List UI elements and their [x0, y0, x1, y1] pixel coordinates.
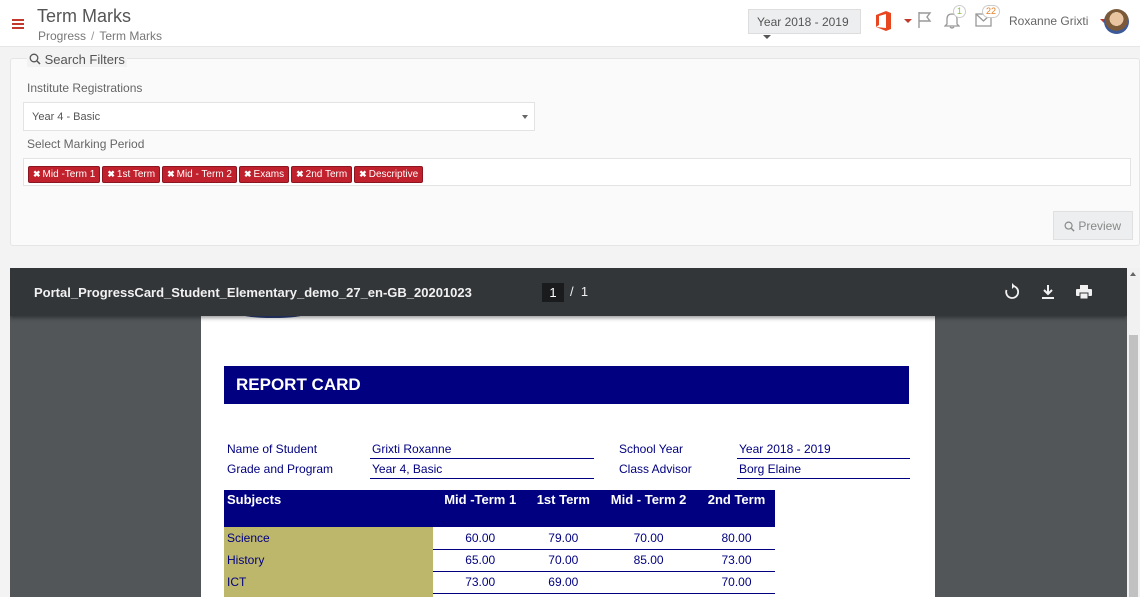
page-scrollbar[interactable] — [1127, 268, 1140, 597]
scroll-up-icon[interactable] — [1130, 272, 1136, 276]
dropdown-arrow-icon — [522, 115, 528, 119]
mark-cell: 73.00 — [433, 571, 528, 594]
mark-cell: 79.00 — [527, 527, 600, 550]
flag-icon[interactable] — [917, 11, 933, 29]
total-pages: 1 — [580, 284, 589, 299]
chevron-down-icon — [763, 34, 771, 39]
pdf-toolbar: Portal_ProgressCard_Student_Elementary_d… — [10, 268, 1127, 316]
user-name[interactable]: Roxanne Grixti — [1009, 14, 1088, 28]
column-header: 2nd Term — [698, 490, 775, 527]
column-header: Subjects — [224, 490, 433, 527]
breadcrumb-progress[interactable]: Progress — [38, 29, 86, 43]
mark-cell — [599, 571, 698, 594]
scrollbar-thumb[interactable] — [1129, 335, 1138, 597]
mark-cell — [527, 593, 600, 597]
remove-tag-icon[interactable]: ✖ — [107, 169, 115, 179]
print-icon[interactable] — [1074, 282, 1094, 302]
column-header: Mid - Term 2 — [599, 490, 698, 527]
table-row: Science 60.00 79.00 70.00 80.00 — [224, 527, 775, 550]
hamburger-menu-icon[interactable] — [12, 19, 24, 29]
page-title: Term Marks — [37, 6, 131, 26]
remove-tag-icon[interactable]: ✖ — [167, 169, 175, 179]
class-advisor-value: Borg Elaine — [739, 462, 802, 476]
table-row: History 65.00 70.00 85.00 73.00 — [224, 549, 775, 572]
institute-registrations-select[interactable]: Year 4 - Basic — [23, 102, 535, 131]
report-card-title: REPORT CARD — [224, 366, 909, 404]
mark-cell — [599, 593, 698, 597]
rotate-icon[interactable] — [1002, 282, 1022, 302]
search-icon — [1064, 221, 1075, 232]
mark-cell: 70.00 — [527, 549, 600, 572]
tag-descriptive[interactable]: ✖ Descriptive — [354, 166, 424, 183]
preview-button-label: Preview — [1078, 219, 1122, 233]
mark-cell: 70.00 — [698, 571, 775, 594]
tag-exams[interactable]: ✖ Exams — [239, 166, 290, 183]
class-advisor-label: Class Advisor — [619, 462, 692, 476]
tag-1st-term[interactable]: ✖ 1st Term — [102, 166, 161, 183]
mark-cell: 65.00 — [433, 549, 528, 572]
avatar[interactable] — [1104, 9, 1129, 34]
office-chevron-icon[interactable] — [904, 19, 912, 23]
mark-cell: 80.00 — [698, 527, 775, 550]
remove-tag-icon[interactable]: ✖ — [296, 169, 304, 179]
grade-program-value: Year 4, Basic — [372, 462, 443, 476]
marks-table: Subjects Mid -Term 1 1st Term Mid - Term… — [224, 490, 775, 597]
marking-period-input[interactable]: ✖ Mid -Term 1 ✖ 1st Term ✖ Mid - Term 2 ✖ Exams… — [23, 158, 1131, 186]
mark-cell — [433, 593, 528, 597]
grade-program-label: Grade and Program — [227, 462, 334, 476]
mark-cell: 73.00 — [698, 549, 775, 572]
breadcrumb-term-marks: Term Marks — [99, 29, 163, 43]
column-header: 1st Term — [527, 490, 600, 527]
messages-badge: 22 — [982, 5, 1001, 18]
underline — [370, 458, 594, 459]
school-year-value: Year 2018 - 2019 — [739, 442, 831, 456]
table-row — [224, 593, 775, 597]
table-row: ICT 73.00 69.00 70.00 — [224, 571, 775, 594]
pdf-file-name: Portal_ProgressCard_Student_Elementary_d… — [34, 285, 472, 300]
pdf-page: REPORT CARD Name of Student Grixti Roxan… — [201, 316, 935, 597]
breadcrumb: Progress / Term Marks — [38, 29, 162, 43]
subject-cell: History — [224, 549, 433, 572]
column-header: Mid -Term 1 — [433, 490, 528, 527]
breadcrumb-separator: / — [91, 29, 95, 43]
preview-button[interactable]: Preview — [1053, 211, 1133, 240]
search-filters-panel: Search Filters Institute Registrations Y… — [10, 52, 1140, 246]
mark-cell: 85.00 — [599, 549, 698, 572]
subject-cell: ICT — [224, 571, 433, 594]
top-bar: Term Marks Progress / Term Marks Year 2018… — [0, 0, 1140, 47]
download-icon[interactable] — [1038, 282, 1058, 302]
year-selector-label: Year 2018 - 2019 — [757, 15, 849, 29]
mark-cell: 69.00 — [527, 571, 600, 594]
year-selector[interactable]: Year 2018 - 2019 — [748, 9, 861, 39]
remove-tag-icon[interactable]: ✖ — [33, 169, 41, 179]
subject-cell — [224, 593, 433, 597]
mark-cell — [698, 593, 775, 597]
notifications-badge: 1 — [953, 5, 967, 18]
marking-period-label: Select Marking Period — [27, 137, 145, 151]
search-filters-label: Search Filters — [44, 52, 125, 67]
underline — [737, 458, 910, 459]
tag-mid-term-2[interactable]: ✖ Mid - Term 2 — [162, 166, 237, 183]
pdf-viewer[interactable]: Portal_ProgressCard_Student_Elementary_d… — [10, 268, 1127, 597]
subject-cell: Science — [224, 527, 433, 550]
institute-registrations-value: Year 4 - Basic — [32, 111, 101, 123]
mark-cell: 70.00 — [599, 527, 698, 550]
tag-2nd-term[interactable]: ✖ 2nd Term — [291, 166, 353, 183]
page-number-input[interactable]: 1 — [542, 283, 564, 302]
tag-mid-term-1[interactable]: ✖ Mid -Term 1 — [28, 166, 101, 183]
institute-registrations-label: Institute Registrations — [27, 81, 143, 95]
underline — [737, 478, 910, 479]
search-filters-legend: Search Filters — [27, 52, 127, 67]
student-name-label: Name of Student — [227, 442, 318, 456]
underline — [370, 478, 594, 479]
mark-cell: 60.00 — [433, 527, 528, 550]
remove-tag-icon[interactable]: ✖ — [244, 169, 252, 179]
search-icon — [29, 53, 41, 65]
school-year-label: School Year — [619, 442, 684, 456]
marks-table-header: Subjects Mid -Term 1 1st Term Mid - Term… — [224, 490, 775, 527]
remove-tag-icon[interactable]: ✖ — [359, 169, 367, 179]
student-name-value: Grixti Roxanne — [372, 442, 452, 456]
office-icon[interactable] — [875, 11, 892, 31]
page-total: / 1 — [570, 284, 589, 299]
